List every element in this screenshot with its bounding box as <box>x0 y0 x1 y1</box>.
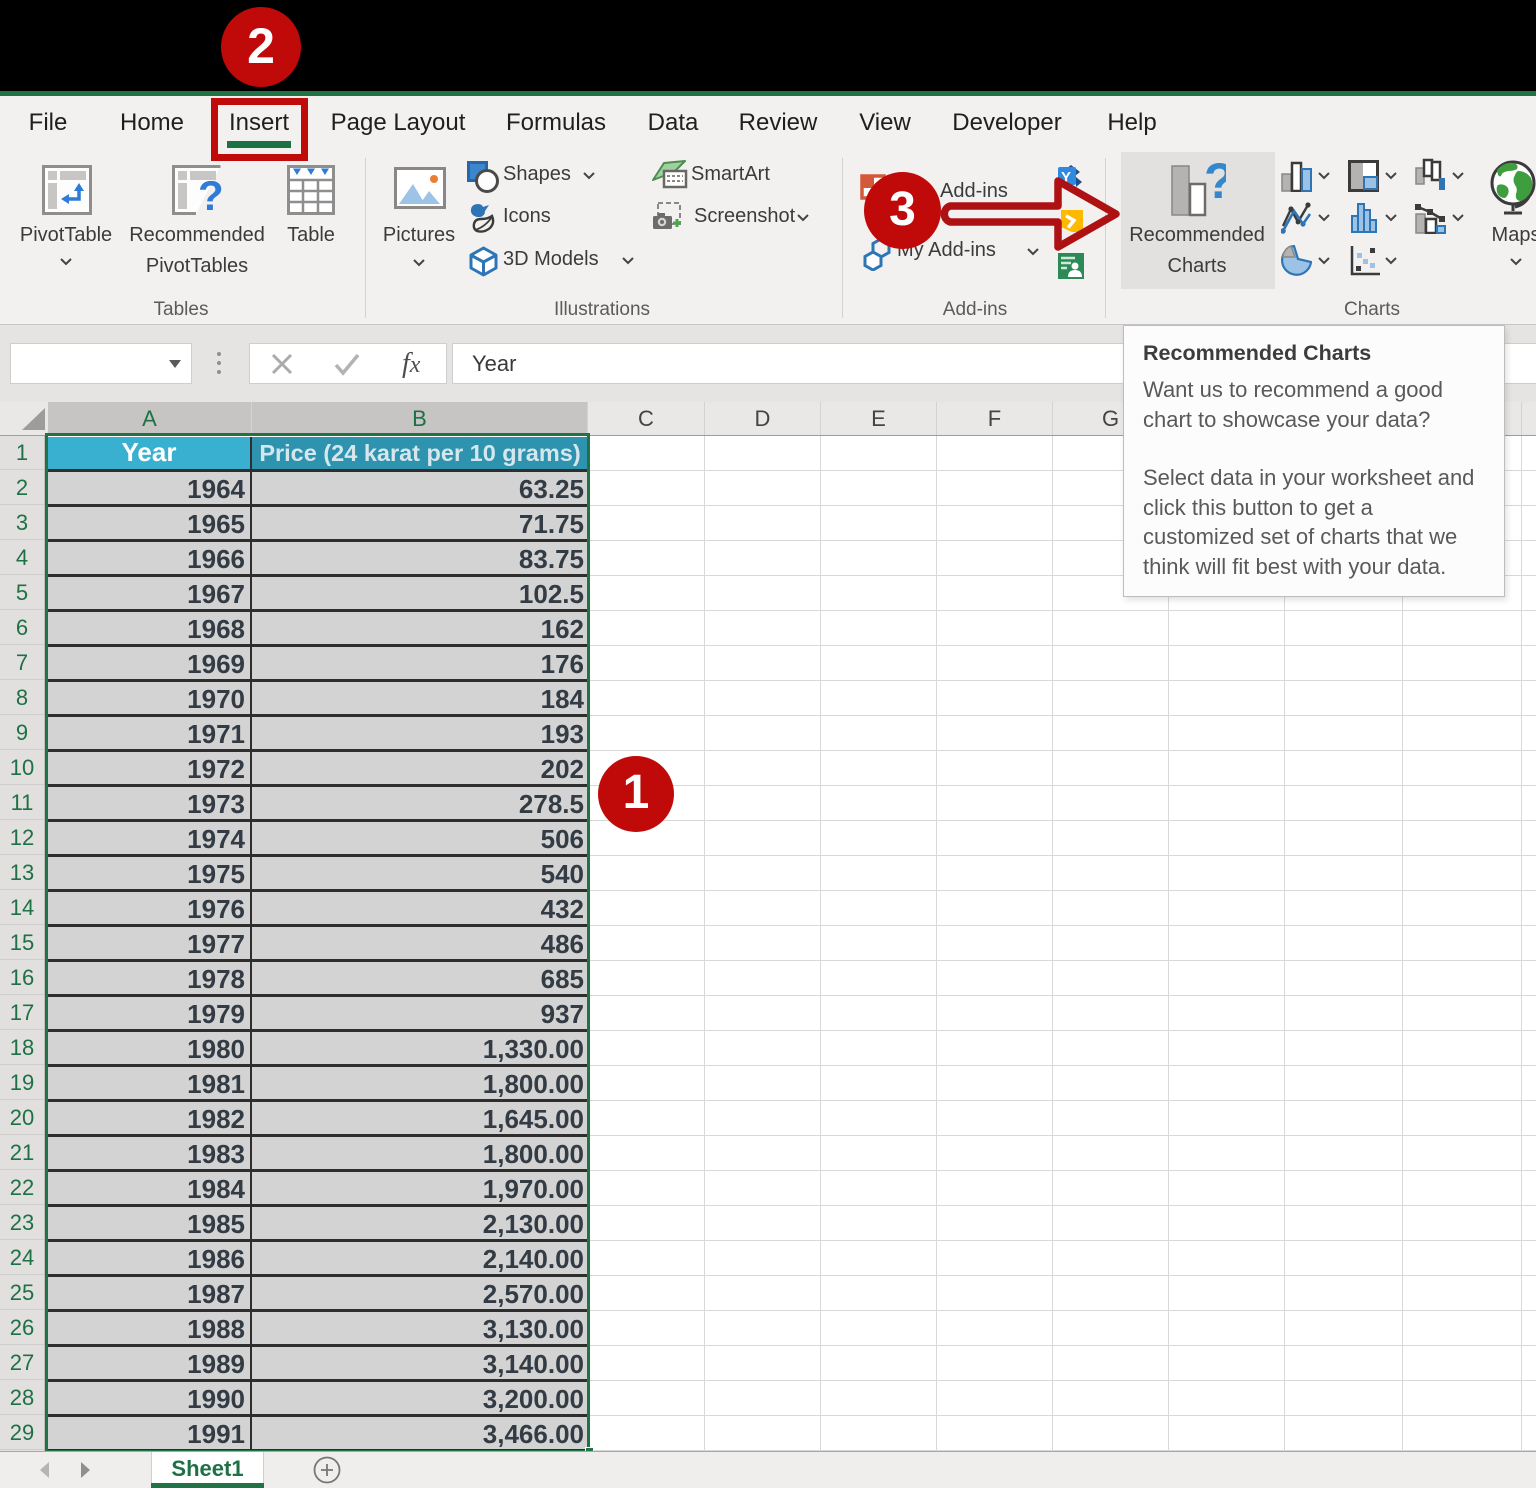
svg-text:?: ? <box>198 172 222 215</box>
svg-text:?: ? <box>1204 160 1226 209</box>
